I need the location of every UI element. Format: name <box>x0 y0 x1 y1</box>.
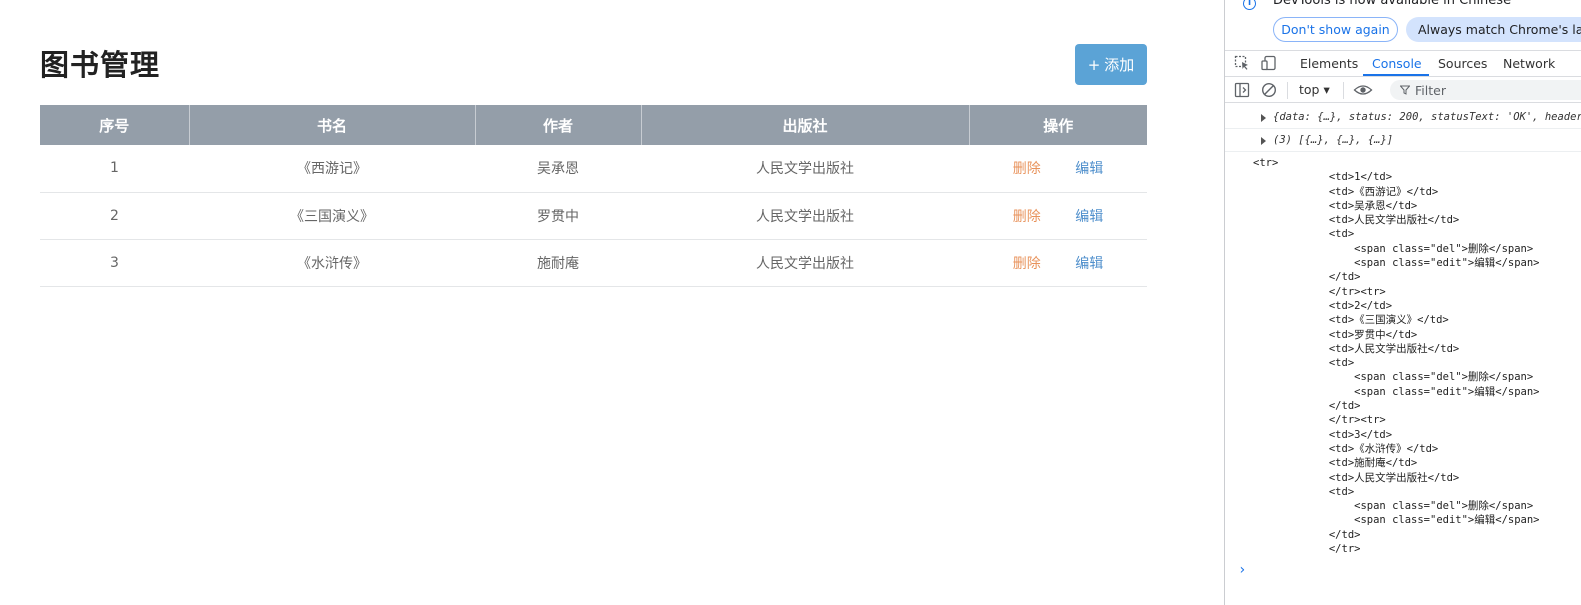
table-row: 2 《三国演义》 罗贯中 人民文学出版社 删除 编辑 <box>40 192 1147 240</box>
table-row: 1 《西游记》 吴承恩 人民文学出版社 删除 编辑 <box>40 145 1147 193</box>
log-text: {data: {…}, status: 200, statusText: 'OK… <box>1273 111 1581 123</box>
cell-index: 3 <box>40 239 189 287</box>
header-actions: 操作 <box>969 105 1147 145</box>
expand-arrow-icon[interactable] <box>1261 114 1266 122</box>
cell-actions: 删除 编辑 <box>969 145 1147 193</box>
cell-book-name: 《水浒传》 <box>189 239 475 287</box>
cell-author: 施耐庵 <box>475 239 641 287</box>
book-management-app: 图书管理 + 添加 序号 书名 作者 出版社 操作 1 《西游记》 吴承恩 人民… <box>0 0 1224 605</box>
toolbar-divider <box>1287 82 1288 99</box>
language-notice: i DevTools is now available in Chinese D… <box>1225 0 1581 48</box>
cell-book-name: 《西游记》 <box>189 145 475 193</box>
cell-publisher: 人民文学出版社 <box>641 239 969 287</box>
console-html-output: <tr> <td>1</td> <td>《西游记》</td> <td>吴承恩</… <box>1253 157 1540 556</box>
cell-author: 吴承恩 <box>475 145 641 193</box>
devtools-tabbar: Elements Console Sources Network <box>1225 50 1581 77</box>
edit-link[interactable]: 编辑 <box>1075 161 1103 177</box>
active-tab-indicator <box>1363 74 1429 76</box>
header-publisher: 出版社 <box>641 105 970 145</box>
header-book-name: 书名 <box>189 105 476 145</box>
cell-publisher: 人民文学出版社 <box>641 145 969 193</box>
edit-link[interactable]: 编辑 <box>1075 209 1103 225</box>
delete-link[interactable]: 删除 <box>1013 209 1041 225</box>
plus-icon: + <box>1087 55 1101 74</box>
header-author: 作者 <box>475 105 642 145</box>
cell-actions: 删除 编辑 <box>969 192 1147 240</box>
cell-book-name: 《三国演义》 <box>189 192 475 240</box>
cell-index: 2 <box>40 192 189 240</box>
dont-show-again-button[interactable]: Don't show again <box>1273 17 1398 42</box>
devtools-panel: i DevTools is now available in Chinese D… <box>1224 0 1581 605</box>
tab-elements[interactable]: Elements <box>1300 56 1358 71</box>
books-table: 序号 书名 作者 出版社 操作 1 《西游记》 吴承恩 人民文学出版社 删除 编… <box>40 105 1147 287</box>
info-icon: i <box>1243 0 1256 10</box>
cell-actions: 删除 编辑 <box>969 239 1147 287</box>
edit-link[interactable]: 编辑 <box>1075 256 1103 272</box>
context-selector[interactable]: top ▾ <box>1299 82 1330 97</box>
toolbar-divider <box>1343 82 1344 99</box>
add-button-label: 添加 <box>1104 56 1135 74</box>
cell-index: 1 <box>40 145 189 193</box>
add-button[interactable]: + 添加 <box>1075 44 1147 85</box>
tab-sources[interactable]: Sources <box>1438 56 1487 71</box>
device-toolbar-icon[interactable] <box>1261 55 1277 71</box>
log-text: (3) [{…}, {…}, {…}] <box>1273 134 1394 146</box>
console-log-entry[interactable]: (3) [{…}, {…}, {…}] <box>1225 129 1581 152</box>
notice-text: DevTools is now available in Chinese <box>1273 0 1512 8</box>
table-header-row: 序号 书名 作者 出版社 操作 <box>40 105 1147 145</box>
console-log-entry[interactable]: {data: {…}, status: 200, statusText: 'OK… <box>1225 106 1581 129</box>
tab-network[interactable]: Network <box>1503 56 1555 71</box>
delete-link[interactable]: 删除 <box>1013 256 1041 272</box>
console-prompt[interactable]: › <box>1238 562 1246 578</box>
console-toolbar: top ▾ Filter <box>1225 78 1581 103</box>
filter-placeholder: Filter <box>1415 82 1446 98</box>
always-match-language-button[interactable]: Always match Chrome's language <box>1406 17 1581 42</box>
header-index: 序号 <box>40 105 190 145</box>
clear-console-icon[interactable] <box>1261 82 1277 98</box>
cell-publisher: 人民文学出版社 <box>641 192 969 240</box>
tab-console[interactable]: Console <box>1372 56 1422 71</box>
sidebar-toggle-icon[interactable] <box>1234 82 1250 98</box>
delete-link[interactable]: 删除 <box>1013 161 1041 177</box>
eye-icon[interactable] <box>1353 82 1373 98</box>
inspect-element-icon[interactable] <box>1234 55 1250 71</box>
expand-arrow-icon[interactable] <box>1261 137 1266 145</box>
filter-icon <box>1400 85 1410 95</box>
table-row: 3 《水浒传》 施耐庵 人民文学出版社 删除 编辑 <box>40 239 1147 287</box>
cell-author: 罗贯中 <box>475 192 641 240</box>
page-title: 图书管理 <box>40 48 161 82</box>
console-filter-input[interactable]: Filter <box>1390 80 1581 100</box>
